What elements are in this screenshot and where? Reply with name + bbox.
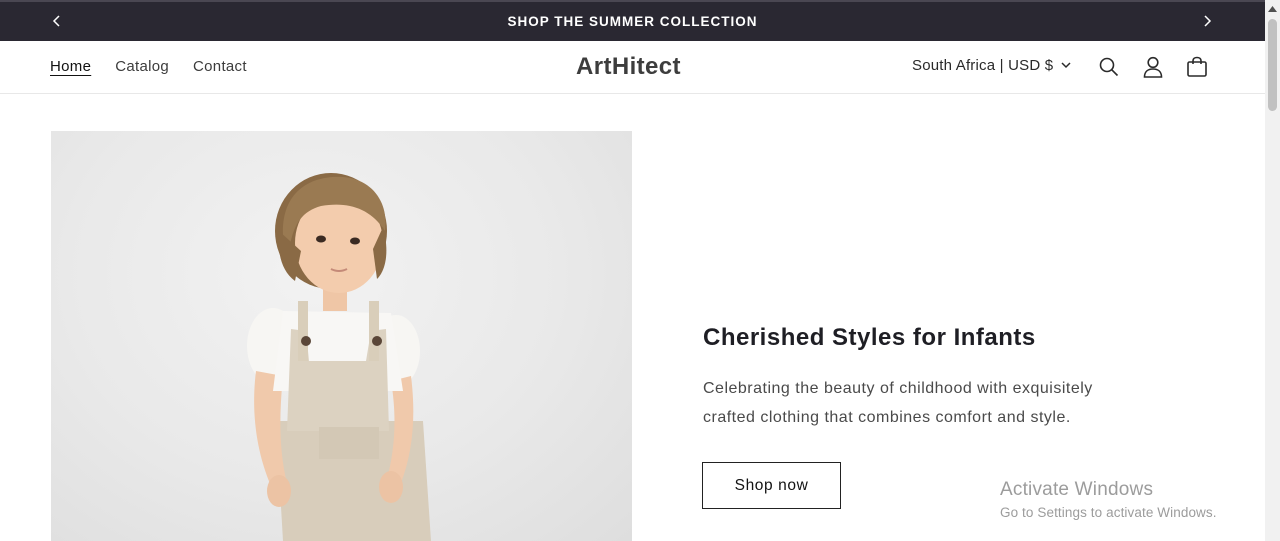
chevron-right-icon[interactable]: [1197, 11, 1217, 31]
shop-now-button[interactable]: Shop now: [702, 462, 841, 509]
hero-description-line-1: Celebrating the beauty of childhood with…: [703, 380, 1093, 397]
nav-contact[interactable]: Contact: [193, 58, 247, 75]
hero-title: Cherished Styles for Infants: [703, 324, 1036, 351]
locale-label: South Africa | USD $: [912, 57, 1054, 74]
hero-description: Celebrating the beauty of childhood with…: [703, 374, 1173, 432]
nav-catalog[interactable]: Catalog: [115, 58, 169, 75]
announcement-bar: SHOP THE SUMMER COLLECTION: [0, 0, 1265, 41]
site-logo[interactable]: ArtHitect: [576, 53, 681, 81]
nav-home[interactable]: Home: [50, 58, 91, 75]
watermark-title: Activate Windows: [1000, 479, 1154, 500]
chevron-left-icon[interactable]: [47, 11, 67, 31]
search-icon[interactable]: [1097, 55, 1121, 79]
locale-selector[interactable]: South Africa | USD $: [912, 57, 1071, 74]
site-header: Home Catalog Contact ArtHitect South Afr…: [0, 41, 1265, 94]
activate-windows-watermark: Activate Windows Go to Settings to activ…: [1000, 479, 1217, 520]
hero-image: [51, 131, 632, 541]
account-icon[interactable]: [1141, 55, 1165, 79]
watermark-subtitle: Go to Settings to activate Windows.: [1000, 505, 1217, 520]
announcement-text[interactable]: SHOP THE SUMMER COLLECTION: [507, 14, 757, 29]
chevron-down-icon: [1061, 62, 1071, 69]
scrollbar-thumb[interactable]: [1268, 19, 1277, 111]
cart-icon[interactable]: [1185, 55, 1209, 79]
vertical-scrollbar[interactable]: [1265, 0, 1280, 541]
scroll-up-arrow-icon[interactable]: [1267, 4, 1278, 14]
hero-description-line-2: crafted clothing that combines comfort a…: [703, 409, 1071, 426]
hero-text-block: Cherished Styles for Infants Celebrating…: [703, 324, 1173, 432]
main-nav: Home Catalog Contact: [50, 58, 271, 75]
child-illustration: [247, 173, 431, 541]
